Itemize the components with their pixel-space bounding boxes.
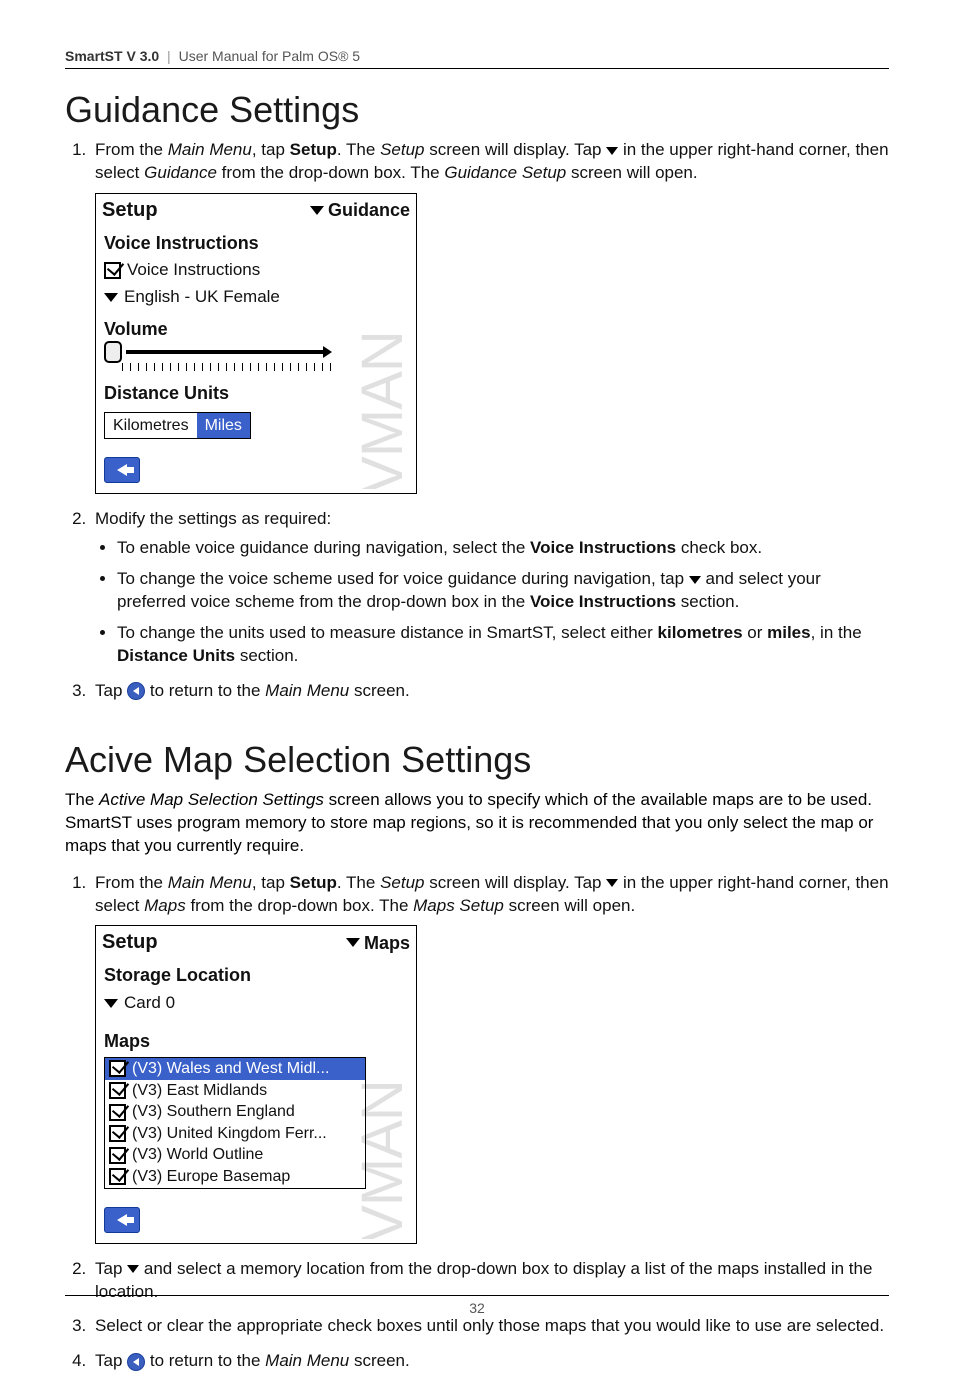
dropdown-icon: [127, 1265, 139, 1273]
dropdown-icon: [606, 147, 618, 155]
guidance-step-1: From the Main Menu, tap Setup. The Setup…: [91, 139, 889, 494]
shot-title: Setup: [102, 929, 158, 956]
dropdown-icon: [689, 576, 701, 584]
checkbox-icon[interactable]: [104, 262, 121, 279]
map-item[interactable]: (V3) Wales and West Midl...: [105, 1058, 365, 1080]
checkbox-icon[interactable]: [109, 1082, 126, 1099]
checkbox-icon[interactable]: [109, 1168, 126, 1185]
checkbox-icon[interactable]: [109, 1060, 126, 1077]
shot-title: Setup: [102, 197, 158, 224]
map-item[interactable]: (V3) United Kingdom Ferr...: [105, 1123, 365, 1145]
shot-titlebar: Setup Guidance: [96, 194, 416, 227]
shot-titlebar: Setup Maps: [96, 926, 416, 959]
guidance-step-3: Tap to return to the Main Menu screen.: [91, 680, 889, 703]
maps-step-1: From the Main Menu, tap Setup. The Setup…: [91, 872, 889, 1244]
page-number: 32: [65, 1295, 889, 1316]
slider-knob[interactable]: [104, 341, 122, 363]
slider-ticks: [122, 363, 336, 373]
shot-menu-selector[interactable]: Guidance: [310, 198, 410, 222]
dropdown-icon: [104, 293, 118, 302]
checkbox-icon[interactable]: [109, 1125, 126, 1142]
heading-guidance: Guidance Settings: [65, 89, 889, 131]
checkbox-icon[interactable]: [109, 1147, 126, 1164]
back-icon: [127, 1353, 145, 1371]
checkbox-icon[interactable]: [109, 1104, 126, 1121]
map-item[interactable]: (V3) World Outline: [105, 1144, 365, 1166]
back-arrow-icon: [117, 1214, 127, 1226]
units-toggle[interactable]: Kilometres Miles: [104, 412, 251, 440]
header-brand: SmartST V 3.0: [65, 48, 159, 64]
units-miles[interactable]: Miles: [197, 413, 250, 439]
back-button[interactable]: [104, 1207, 140, 1233]
slider-track[interactable]: [126, 350, 326, 354]
watermark: NAVMAN: [354, 253, 412, 489]
dropdown-icon: [104, 999, 118, 1008]
map-item[interactable]: (V3) East Midlands: [105, 1080, 365, 1102]
maps-step-3: Select or clear the appropriate check bo…: [91, 1315, 889, 1338]
units-km[interactable]: Kilometres: [105, 413, 197, 439]
maps-list: (V3) Wales and West Midl... (V3) East Mi…: [104, 1057, 366, 1189]
dropdown-icon: [310, 206, 324, 215]
bullet-voice-scheme: To change the voice scheme used for voic…: [117, 568, 889, 614]
screenshot-maps: Setup Maps Storage Location Card 0 Maps …: [95, 925, 417, 1243]
guidance-bullets: To enable voice guidance during navigati…: [117, 537, 889, 668]
maps-intro: The Active Map Selection Settings screen…: [65, 789, 889, 858]
section-voice-heading: Voice Instructions: [104, 231, 408, 255]
header-rest: User Manual for Palm OS® 5: [179, 48, 361, 64]
maps-step-4: Tap to return to the Main Menu screen.: [91, 1350, 889, 1373]
dropdown-icon: [606, 879, 618, 887]
back-button[interactable]: [104, 457, 140, 483]
heading-maps: Acive Map Selection Settings: [65, 739, 889, 781]
header-sep: |: [167, 48, 171, 64]
bullet-voice-checkbox: To enable voice guidance during navigati…: [117, 537, 889, 560]
guidance-step-2: Modify the settings as required: To enab…: [91, 508, 889, 668]
guidance-steps: From the Main Menu, tap Setup. The Setup…: [91, 139, 889, 703]
shot-menu-selector[interactable]: Maps: [346, 931, 410, 955]
map-item[interactable]: (V3) Southern England: [105, 1101, 365, 1123]
shot-content: Storage Location Card 0 Maps (V3) Wales …: [96, 959, 416, 1242]
back-icon: [127, 682, 145, 700]
bullet-units: To change the units used to measure dist…: [117, 622, 889, 668]
map-item[interactable]: (V3) Europe Basemap: [105, 1166, 365, 1188]
page-header: SmartST V 3.0 | User Manual for Palm OS®…: [65, 48, 889, 69]
shot-content: Voice Instructions Voice Instructions En…: [96, 227, 416, 493]
watermark: NAVMAN: [354, 985, 412, 1238]
back-arrow-icon: [117, 464, 127, 476]
section-storage-heading: Storage Location: [104, 963, 408, 987]
dropdown-icon: [346, 938, 360, 947]
screenshot-guidance: Setup Guidance Voice Instructions Voice …: [95, 193, 417, 494]
